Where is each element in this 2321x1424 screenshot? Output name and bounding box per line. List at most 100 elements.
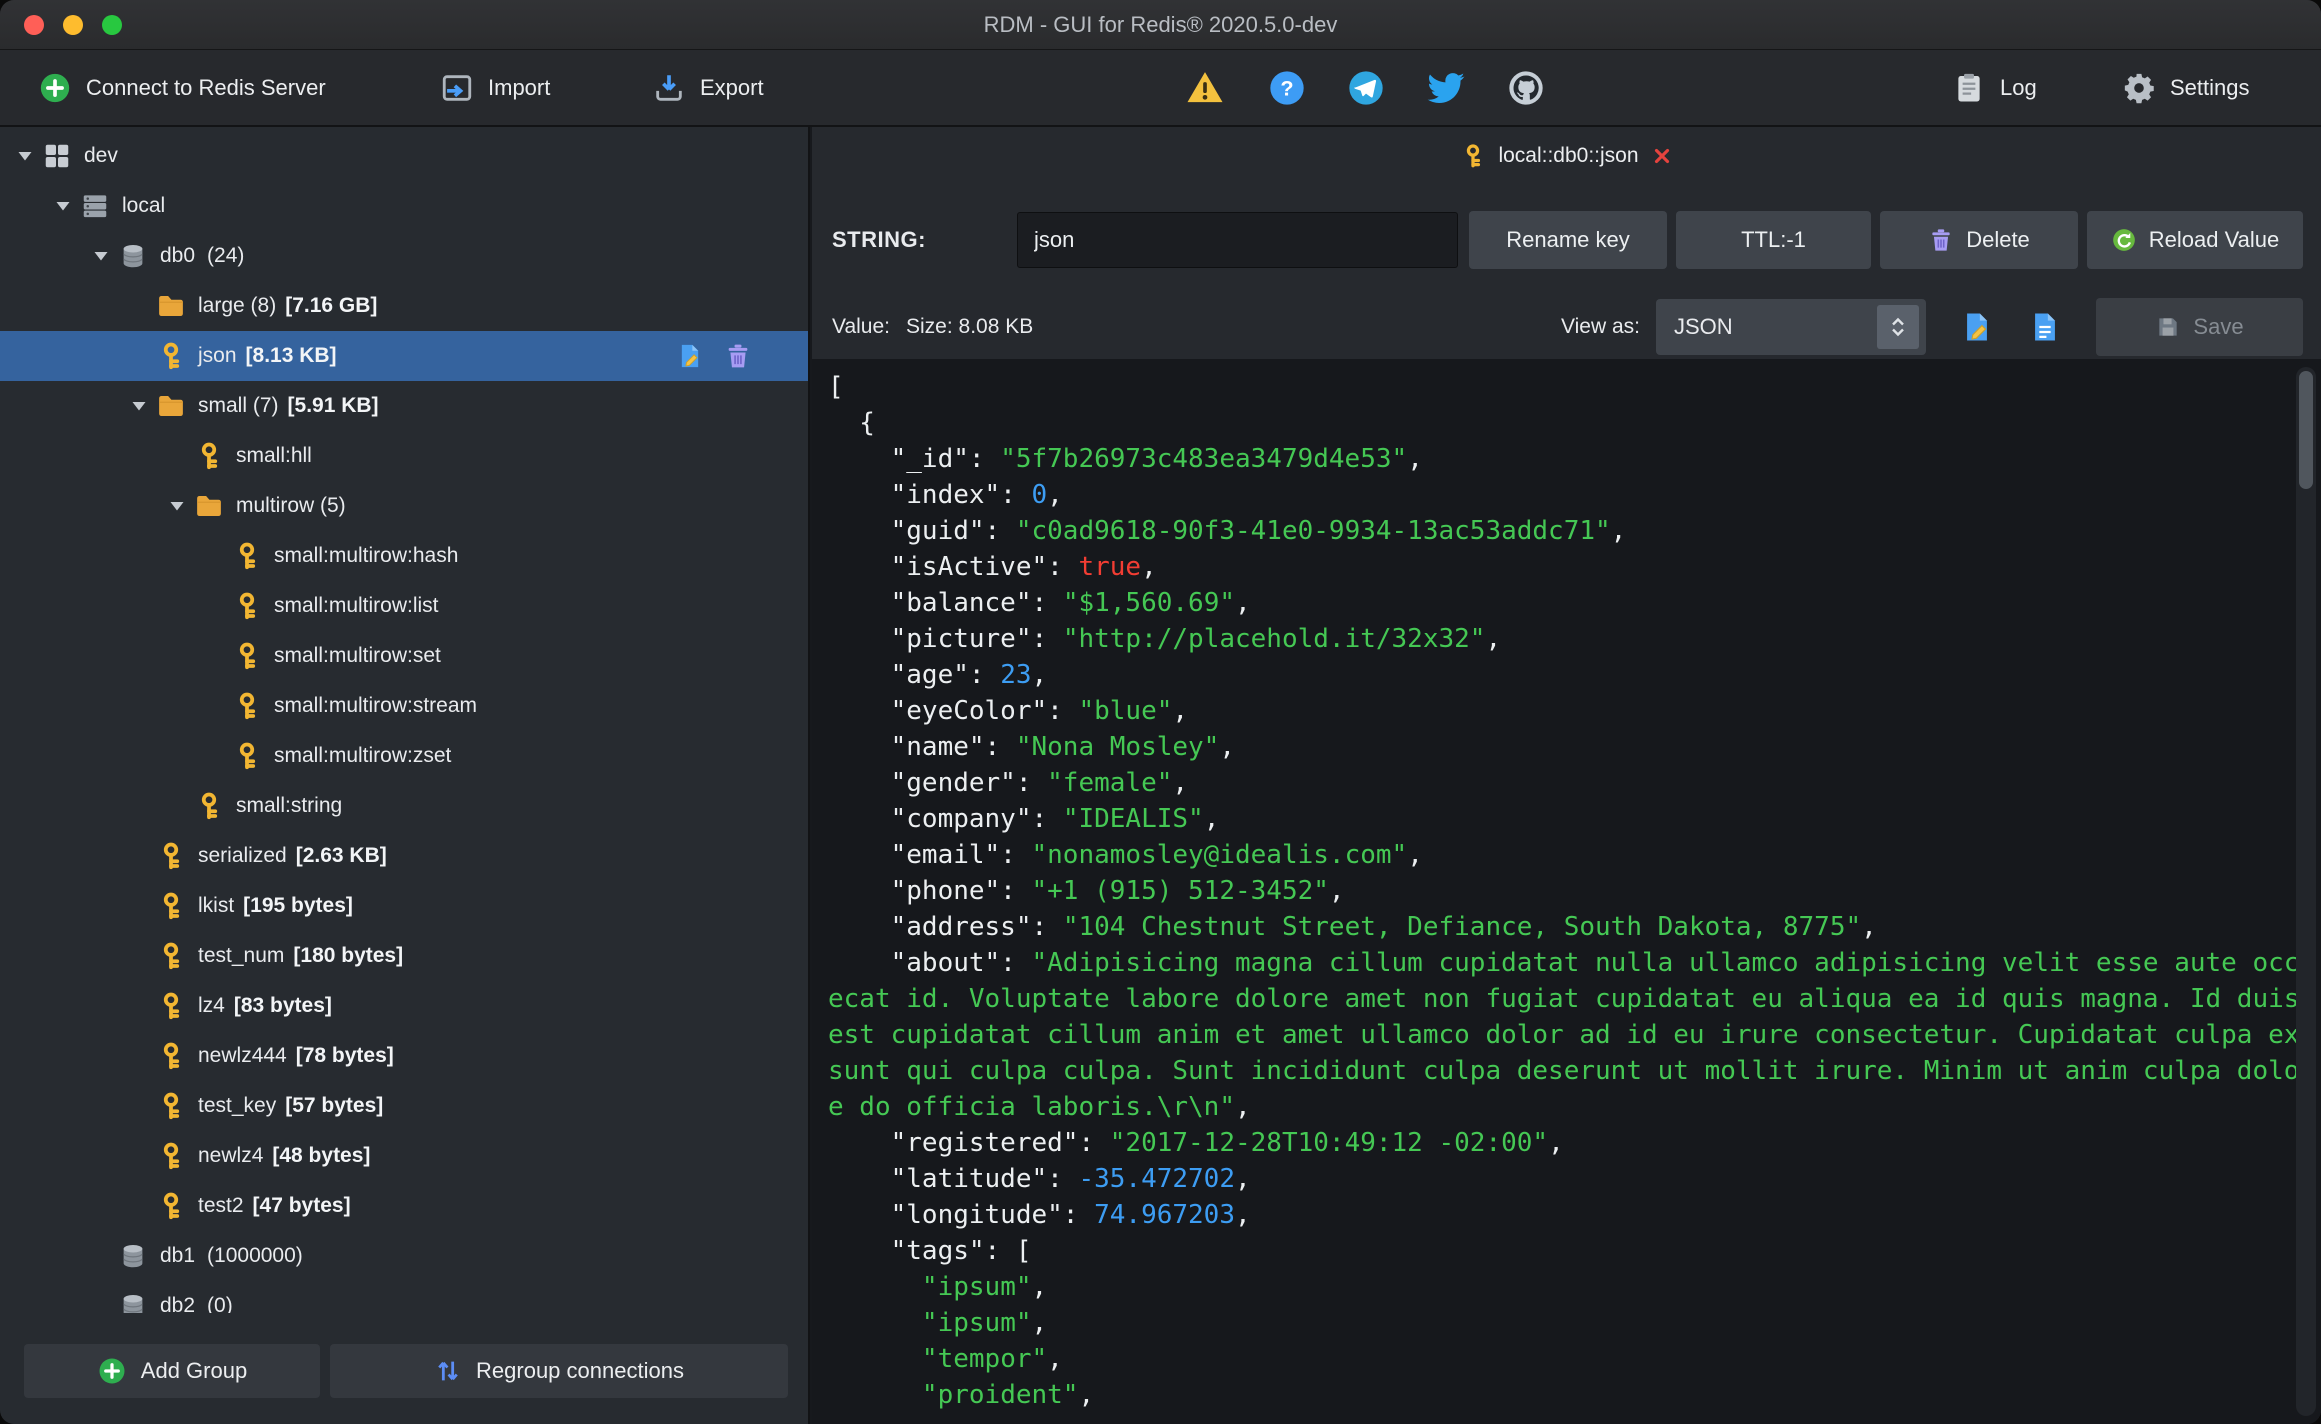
tree-item-label: newlz4 bbox=[198, 1144, 264, 1167]
external-editor-icon[interactable] bbox=[1960, 310, 1994, 344]
settings-button[interactable]: Settings bbox=[2122, 50, 2250, 125]
add-group-label: Add Group bbox=[140, 1358, 248, 1383]
tree-item-json[interactable]: json [8.13 KB] bbox=[0, 331, 808, 381]
code-line: "index": 0, bbox=[828, 480, 1063, 510]
key-icon bbox=[156, 341, 186, 371]
help-icon[interactable]: ? bbox=[1267, 68, 1307, 108]
tree-item-serialized[interactable]: serialized [2.63 KB] bbox=[0, 831, 808, 881]
value-size-label: Size: 8.08 KB bbox=[906, 315, 1034, 338]
settings-label: Settings bbox=[2170, 74, 2250, 100]
tree-item-label: small:string bbox=[236, 794, 343, 817]
value-toolbar-row: Value: Size: 8.08 KB View as: JSON Save bbox=[812, 295, 2321, 359]
code-line: "ipsum", bbox=[921, 1308, 1048, 1338]
telegram-icon[interactable] bbox=[1346, 68, 1386, 108]
key-icon bbox=[156, 1141, 186, 1171]
import-button[interactable]: Import bbox=[440, 50, 550, 125]
tree-item-small-multirow-set[interactable]: small:multirow:set bbox=[0, 631, 808, 681]
expand-arrow-icon[interactable] bbox=[124, 391, 154, 421]
tree-item-small-multirow-list[interactable]: small:multirow:list bbox=[0, 581, 808, 631]
tree-item-newlz444[interactable]: newlz444 [78 bytes] bbox=[0, 1031, 808, 1081]
tree-item-label: small:hll bbox=[236, 444, 312, 467]
save-button[interactable]: Save bbox=[2096, 298, 2303, 356]
log-button[interactable]: Log bbox=[1952, 50, 2037, 125]
tree-item-lkist[interactable]: lkist [195 bytes] bbox=[0, 881, 808, 931]
tree-item-db2[interactable]: db2 (0) bbox=[0, 1281, 808, 1313]
tree-item-test-num[interactable]: test_num [180 bytes] bbox=[0, 931, 808, 981]
export-button[interactable]: Export bbox=[652, 50, 764, 125]
value-editor[interactable]: [ { "_id": "5f7b26973c483ea3479d4e53", "… bbox=[812, 359, 2321, 1424]
tree-item-label: lz4 bbox=[198, 994, 225, 1017]
key-name-input[interactable] bbox=[1017, 212, 1458, 268]
tree-item-label: test2 bbox=[198, 1194, 244, 1217]
tree-item-test-key[interactable]: test_key [57 bytes] bbox=[0, 1081, 808, 1131]
minimize-window-button[interactable] bbox=[63, 15, 83, 35]
rename-key-button[interactable]: Rename key bbox=[1469, 211, 1667, 269]
view-as-label: View as: bbox=[1561, 315, 1640, 338]
zoom-window-button[interactable] bbox=[102, 15, 122, 35]
code-line: "longitude": 74.967203, bbox=[828, 1200, 1251, 1230]
tree-item-lz4[interactable]: lz4 [83 bytes] bbox=[0, 981, 808, 1031]
tree-item-small-string[interactable]: small:string bbox=[0, 781, 808, 831]
edit-key-icon[interactable] bbox=[676, 342, 704, 370]
tree-item-label: large (8) bbox=[198, 294, 277, 317]
tree-item-dev[interactable]: dev bbox=[0, 131, 808, 181]
expand-arrow-icon[interactable] bbox=[10, 141, 40, 171]
tree-item-small-multirow-hash[interactable]: small:multirow:hash bbox=[0, 531, 808, 581]
github-icon[interactable] bbox=[1506, 68, 1546, 108]
code-line: "ipsum", bbox=[921, 1272, 1048, 1302]
regroup-arrows-icon bbox=[434, 1357, 462, 1385]
spinner-updown-icon[interactable] bbox=[1877, 305, 1919, 349]
tree-item-multirow-5[interactable]: multirow (5) bbox=[0, 481, 808, 531]
code-line: ecat id. Voluptate labore dolore amet no… bbox=[828, 984, 2316, 1014]
ttl-button[interactable]: TTL:-1 bbox=[1676, 211, 1871, 269]
view-as-select[interactable]: JSON bbox=[1656, 299, 1926, 355]
key-size: [83 bytes] bbox=[233, 994, 332, 1017]
delete-key-button[interactable]: Delete bbox=[1880, 211, 2078, 269]
scrollbar-thumb[interactable] bbox=[2299, 371, 2313, 489]
tree-item-label: local bbox=[122, 194, 166, 217]
key-header-row: STRING: Rename key TTL:-1 Delete Reload … bbox=[812, 185, 2321, 295]
text-view-icon[interactable] bbox=[2028, 310, 2062, 344]
tree-item-newlz4[interactable]: newlz4 [48 bytes] bbox=[0, 1131, 808, 1181]
tree-item-small-multirow-stream[interactable]: small:multirow:stream bbox=[0, 681, 808, 731]
tree-item-local[interactable]: local bbox=[0, 181, 808, 231]
tree-item-test2[interactable]: test2 [47 bytes] bbox=[0, 1181, 808, 1231]
key-count: (0) bbox=[207, 1294, 233, 1313]
expand-arrow-icon[interactable] bbox=[162, 491, 192, 521]
code-line: "age": 23, bbox=[828, 660, 1048, 690]
editor-scrollbar[interactable] bbox=[2296, 367, 2316, 1416]
key-type-label: STRING: bbox=[832, 227, 926, 252]
code-line: est cupidatat cillum anim et amet ullamc… bbox=[828, 1020, 2316, 1050]
expand-arrow-icon[interactable] bbox=[48, 191, 78, 221]
tree-item-label: small:multirow:list bbox=[274, 594, 439, 617]
close-tab-icon[interactable] bbox=[1651, 145, 1673, 167]
tree-item-db0[interactable]: db0 (24) bbox=[0, 231, 808, 281]
trash-icon bbox=[1928, 227, 1954, 253]
tree-item-db1[interactable]: db1 (1000000) bbox=[0, 1231, 808, 1281]
delete-key-icon[interactable] bbox=[724, 342, 752, 370]
key-size: [47 bytes] bbox=[252, 1194, 351, 1217]
tree-item-large-8[interactable]: large (8) [7.16 GB] bbox=[0, 281, 808, 331]
code-line: "phone": "+1 (915) 512-3452", bbox=[828, 876, 1345, 906]
regroup-connections-button[interactable]: Regroup connections bbox=[330, 1344, 788, 1398]
connect-to-server-button[interactable]: Connect to Redis Server bbox=[38, 50, 326, 125]
expand-arrow-icon[interactable] bbox=[86, 241, 116, 271]
reload-value-button[interactable]: Reload Value bbox=[2087, 211, 2303, 269]
tree-item-small-hll[interactable]: small:hll bbox=[0, 431, 808, 481]
code-line: "about": "Adipisicing magna cillum cupid… bbox=[828, 948, 2316, 978]
close-window-button[interactable] bbox=[24, 15, 44, 35]
code-line: "name": "Nona Mosley", bbox=[828, 732, 1235, 762]
tree-item-small-7[interactable]: small (7) [5.91 KB] bbox=[0, 381, 808, 431]
warning-icon[interactable] bbox=[1185, 68, 1225, 108]
key-quick-actions bbox=[676, 342, 752, 370]
add-group-button[interactable]: Add Group bbox=[24, 1344, 320, 1398]
twitter-icon[interactable] bbox=[1426, 68, 1466, 108]
tree-item-small-multirow-zset[interactable]: small:multirow:zset bbox=[0, 731, 808, 781]
tab-local-db0-json[interactable]: local::db0::json bbox=[1460, 143, 1672, 169]
traffic-lights bbox=[24, 15, 122, 35]
